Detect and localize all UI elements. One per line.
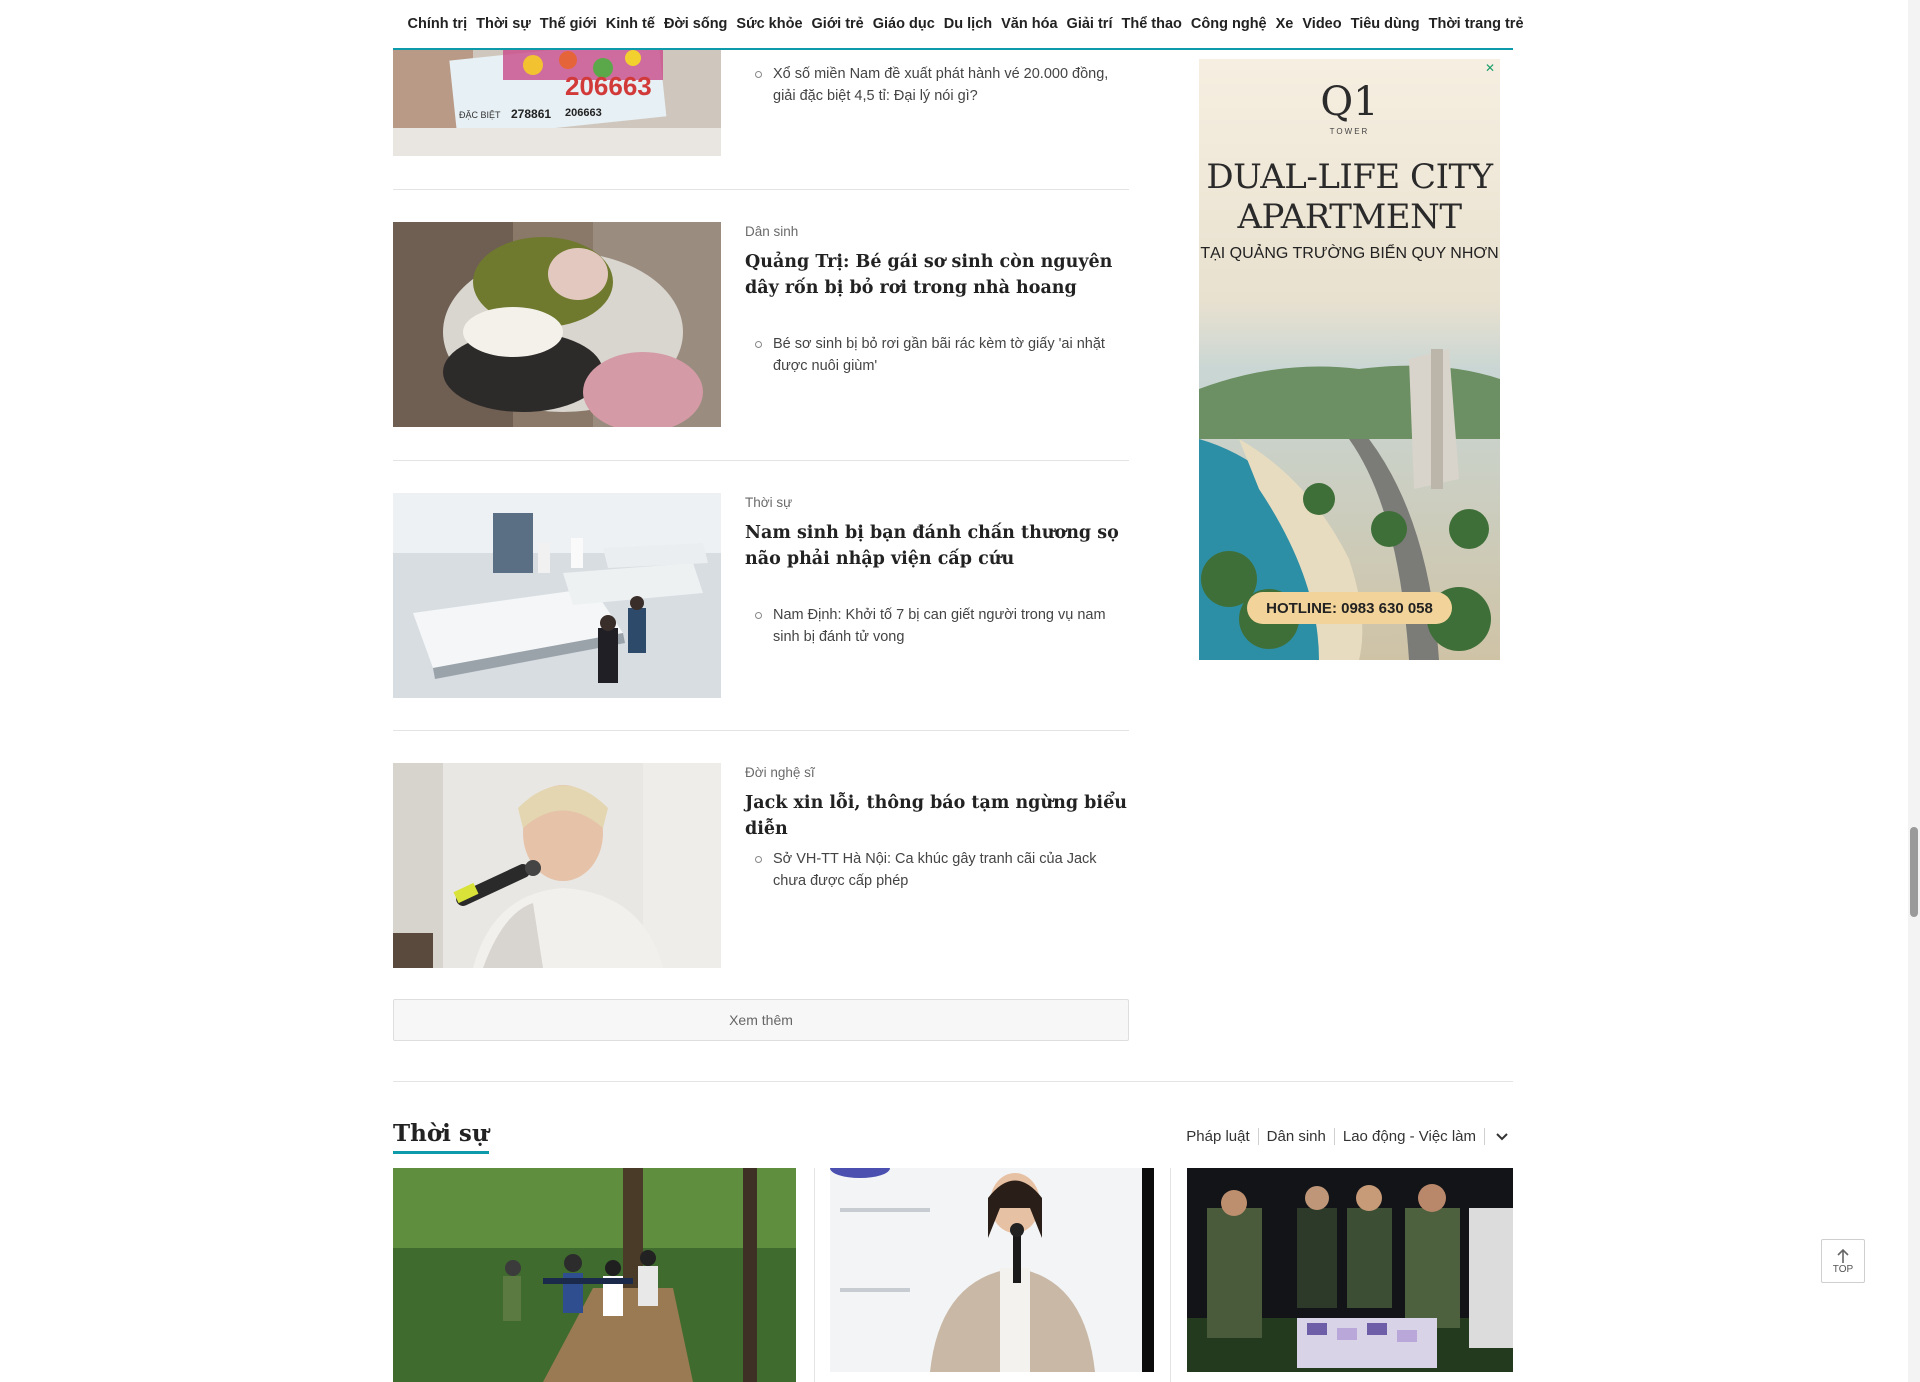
nav-item-tieu-dung[interactable]: Tiêu dùng (1346, 16, 1424, 32)
story-category[interactable]: Đời nghệ sĩ (745, 765, 815, 780)
arrow-up-icon (1837, 1248, 1849, 1263)
section-title[interactable]: Thời sự (393, 1120, 489, 1154)
related-link[interactable]: Xổ số miền Nam đề xuất phát hành vé 20.0… (745, 63, 1130, 107)
story-item: Đời nghệ sĩ Jack xin lỗi, thông báo tạm … (393, 731, 1129, 971)
related-link[interactable]: Bé sơ sinh bị bỏ rơi gần bãi rác kèm tờ … (745, 333, 1130, 377)
nav-item-video[interactable]: Video (1298, 16, 1346, 32)
ad-subheadline: TẠI QUẢNG TRƯỜNG BIỂN QUY NHƠN (1200, 245, 1499, 262)
story-thumbnail[interactable] (393, 493, 721, 698)
ad-logo: Q1 (1320, 79, 1379, 125)
story-category[interactable]: Thời sự (745, 495, 792, 510)
nav-item-thoi-trang-tre[interactable]: Thời trang trẻ (1424, 16, 1528, 32)
story-thumbnail[interactable] (393, 222, 721, 427)
ad-headline: DUAL-LIFE CITY APARTMENT (1206, 157, 1493, 237)
ad-hotline-badge[interactable]: HOTLINE: 0983 630 058 (1247, 592, 1452, 624)
ticket-label: ĐẶC BIỆT (459, 110, 501, 120)
story-category[interactable]: Dân sinh (745, 224, 798, 239)
section-link-phap-luat[interactable]: Pháp luật (1178, 1127, 1259, 1145)
story-thumbnail[interactable] (393, 763, 721, 968)
story-item: 206663 ĐẶC BIỆT 278861 206663 Xổ số miền… (393, 0, 1129, 190)
story-item: Thời sự Nam sinh bị bạn đánh chấn thương… (393, 461, 1129, 731)
related-link[interactable]: Nam Định: Khởi tố 7 bị can giết người tr… (745, 604, 1130, 648)
ad-logo-sub: TOWER (1329, 127, 1370, 136)
related-link[interactable]: Sở VH-TT Hà Nội: Ca khúc gây tranh cãi c… (745, 848, 1130, 892)
story-title[interactable]: Quảng Trị: Bé gái sơ sinh còn nguyên dây… (745, 249, 1130, 301)
ticket-number-small-2: 206663 (565, 107, 602, 119)
back-to-top-label: TOP (1832, 1263, 1854, 1275)
section-link-lao-dong[interactable]: Lao động - Việc làm (1335, 1127, 1485, 1145)
ticket-number: 206663 (565, 71, 652, 101)
card-divider (814, 1168, 815, 1382)
section-card-image[interactable] (830, 1168, 1154, 1372)
page-scrollbar[interactable] (1908, 0, 1920, 1382)
story-title[interactable]: Nam sinh bị bạn đánh chấn thương sọ não … (745, 520, 1130, 572)
card-divider (1170, 1168, 1171, 1382)
chevron-down-icon[interactable] (1491, 1126, 1513, 1146)
story-item: Dân sinh Quảng Trị: Bé gái sơ sinh còn n… (393, 190, 1129, 461)
section-sublinks: Pháp luật Dân sinh Lao động - Việc làm (1178, 1126, 1513, 1146)
section-card-image[interactable] (1187, 1168, 1513, 1372)
section-divider (393, 1081, 1513, 1082)
ticket-number-small: 278861 (511, 107, 551, 121)
sidebar-advertisement[interactable]: ✕ Q1 TOWER DUAL-LIFE CITY APARTMENT TẠI … (1199, 59, 1500, 660)
story-title[interactable]: Jack xin lỗi, thông báo tạm ngừng biểu d… (745, 790, 1130, 842)
ad-choices-icon[interactable]: ✕ (1483, 61, 1497, 75)
story-thumbnail[interactable]: 206663 ĐẶC BIỆT 278861 206663 (393, 50, 721, 156)
scrollbar-thumb[interactable] (1910, 827, 1918, 917)
nav-item-xe[interactable]: Xe (1271, 16, 1298, 32)
section-card-image[interactable] (393, 1168, 796, 1382)
back-to-top-button[interactable]: TOP (1821, 1239, 1865, 1283)
nav-item-cong-nghe[interactable]: Công nghệ (1186, 16, 1271, 32)
load-more-button[interactable]: Xem thêm (393, 999, 1129, 1041)
section-link-dan-sinh[interactable]: Dân sinh (1259, 1127, 1335, 1145)
